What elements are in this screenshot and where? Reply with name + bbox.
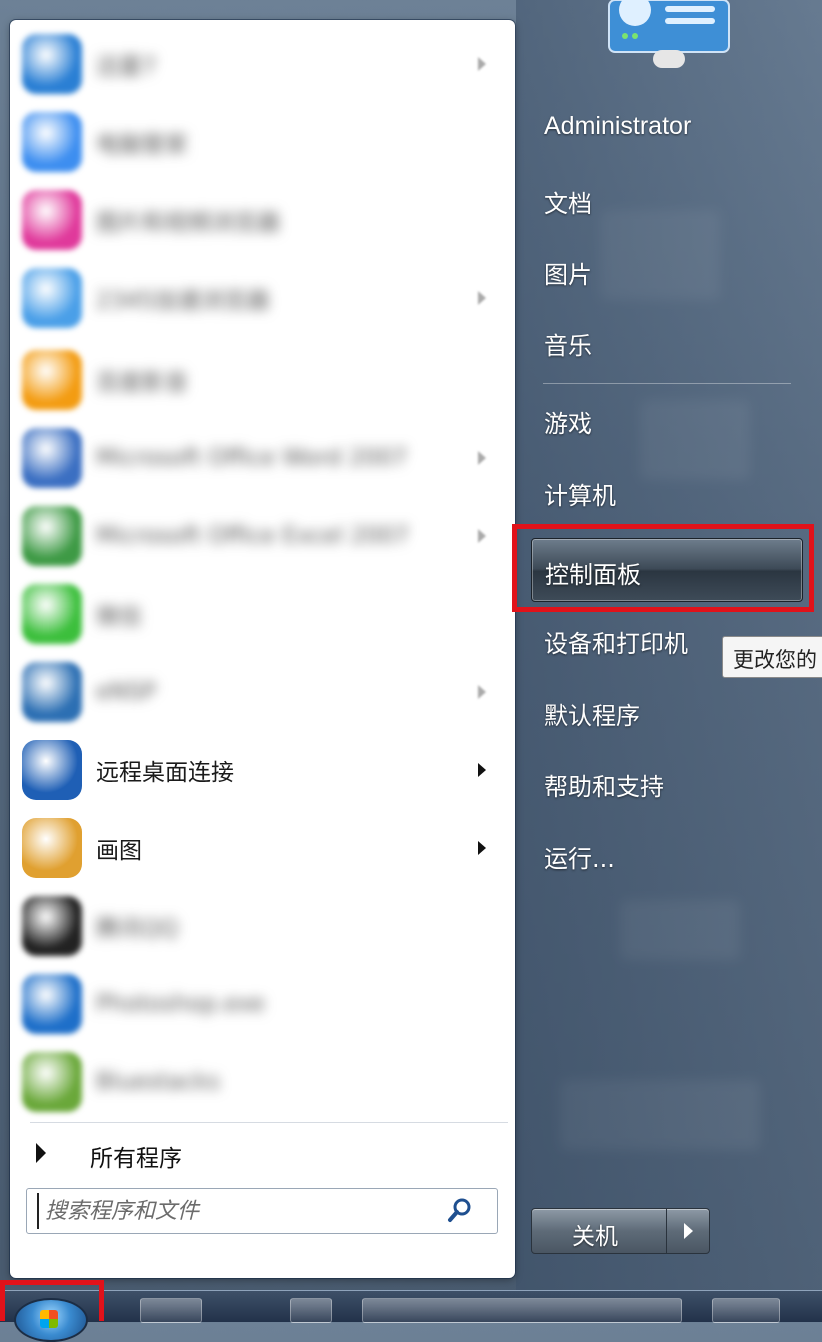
taskbar-button[interactable]: [362, 1298, 682, 1323]
wechat-icon: [22, 584, 82, 644]
remote-desktop-icon: [22, 740, 82, 800]
program-item[interactable]: Bluestacks: [10, 1044, 515, 1120]
red-highlight-box: [0, 1280, 104, 1321]
start-menu: 迅雷7 电脑管家图片和视频浏览器 2345加速浏览器 百度影音 Microsoft Of…: [0, 0, 822, 1290]
right-item-games[interactable]: 游戏: [516, 392, 806, 448]
paint-palette-icon: [22, 818, 82, 878]
right-item-label: 图片: [544, 261, 592, 289]
browser-icon: [22, 268, 82, 328]
program-item[interactable]: 迅雷7: [10, 26, 515, 102]
taskbar-button[interactable]: [140, 1298, 202, 1323]
program-item[interactable]: 2345加速浏览器: [10, 260, 515, 336]
submenu-arrow-icon[interactable]: [478, 529, 486, 543]
network-icon: [22, 662, 82, 722]
shutdown-options-button[interactable]: [666, 1208, 710, 1254]
qq-penguin-icon: [22, 896, 82, 956]
start-menu-left-pane: 迅雷7 电脑管家图片和视频浏览器 2345加速浏览器 百度影音 Microsoft Of…: [10, 20, 515, 1278]
taskbar-button[interactable]: [712, 1298, 780, 1323]
program-item[interactable]: Photoshop.exe: [10, 966, 515, 1042]
media-icon: [22, 350, 82, 410]
program-label: 百度影音: [96, 370, 188, 396]
program-item[interactable]: 图片和视频浏览器: [10, 182, 515, 258]
right-item-run[interactable]: 运行...: [516, 827, 806, 883]
arrow-right-icon: [684, 1223, 693, 1239]
program-item[interactable]: 腾讯QQ: [10, 888, 515, 964]
submenu-arrow-icon[interactable]: [478, 685, 486, 699]
program-label: Microsoft Office Excel 2007: [96, 523, 410, 549]
right-item-music[interactable]: 音乐: [516, 314, 806, 370]
right-item-label: 游戏: [544, 410, 592, 438]
right-item-label: 默认程序: [544, 702, 640, 730]
color-ball-icon: [22, 190, 82, 250]
program-label: 微信: [96, 604, 142, 630]
right-item-label: 运行...: [544, 845, 615, 873]
taskbar-button[interactable]: [290, 1298, 332, 1323]
right-item-label: 帮助和支持: [544, 773, 664, 801]
program-label: 图片和视频浏览器: [96, 210, 280, 236]
right-item-computer[interactable]: 计算机: [516, 464, 806, 520]
separator: [543, 383, 791, 384]
separator: [30, 1122, 508, 1123]
submenu-arrow-icon[interactable]: [478, 763, 486, 777]
submenu-arrow-icon[interactable]: [478, 451, 486, 465]
search-box[interactable]: [26, 1188, 498, 1234]
program-item[interactable]: 微信: [10, 576, 515, 652]
right-item-label: 音乐: [544, 332, 592, 360]
photoshop-icon: [22, 974, 82, 1034]
submenu-arrow-icon[interactable]: [478, 291, 486, 305]
right-item-administrator[interactable]: Administrator: [516, 100, 806, 156]
right-item-label: 文档: [544, 190, 592, 218]
program-label: 2345加速浏览器: [96, 288, 270, 314]
right-item-documents[interactable]: 文档: [516, 172, 806, 228]
program-label: 腾讯QQ: [96, 916, 179, 942]
user-picture-icon[interactable]: [605, 0, 733, 70]
bluestacks-icon: [22, 1052, 82, 1112]
program-item[interactable]: 画图: [10, 810, 515, 886]
shield-icon: [22, 112, 82, 172]
arrow-right-icon: [36, 1143, 46, 1163]
program-label: Photoshop.exe: [96, 991, 265, 1017]
search-icon[interactable]: [447, 1197, 473, 1223]
program-label: Microsoft Office Word 2007: [96, 445, 408, 471]
tooltip: 更改您的: [722, 636, 822, 678]
right-item-label: 计算机: [544, 482, 616, 510]
program-label: 画图: [96, 838, 142, 864]
shutdown-button[interactable]: 关机: [531, 1208, 667, 1254]
right-item-default-programs[interactable]: 默认程序: [516, 684, 806, 740]
excel-icon: [22, 506, 82, 566]
program-item[interactable]: 百度影音: [10, 342, 515, 418]
right-item-pictures[interactable]: 图片: [516, 243, 806, 299]
word-icon: [22, 428, 82, 488]
right-item-label: Administrator: [544, 112, 692, 140]
tooltip-text: 更改您的: [733, 648, 817, 672]
shutdown-label: 关机: [572, 1224, 618, 1250]
program-label: 电脑管家: [96, 132, 188, 158]
search-input[interactable]: [37, 1193, 447, 1229]
all-programs-item[interactable]: 所有程序: [10, 1132, 515, 1176]
xunlei-icon: [22, 34, 82, 94]
program-label: Bluestacks: [96, 1069, 220, 1095]
all-programs-label: 所有程序: [90, 1146, 182, 1172]
submenu-arrow-icon[interactable]: [478, 57, 486, 71]
right-item-help-support[interactable]: 帮助和支持: [516, 755, 806, 811]
right-item-label: 设备和打印机: [544, 630, 688, 658]
program-label: eNSP: [96, 679, 156, 705]
program-item[interactable]: Microsoft Office Excel 2007: [10, 498, 515, 574]
program-item[interactable]: 远程桌面连接: [10, 732, 515, 808]
program-item[interactable]: 电脑管家: [10, 104, 515, 180]
program-label: 迅雷7: [96, 54, 157, 80]
program-label: 远程桌面连接: [96, 760, 234, 786]
program-item[interactable]: Microsoft Office Word 2007: [10, 420, 515, 496]
red-highlight-box: [512, 524, 814, 612]
submenu-arrow-icon[interactable]: [478, 841, 486, 855]
program-item[interactable]: eNSP: [10, 654, 515, 730]
